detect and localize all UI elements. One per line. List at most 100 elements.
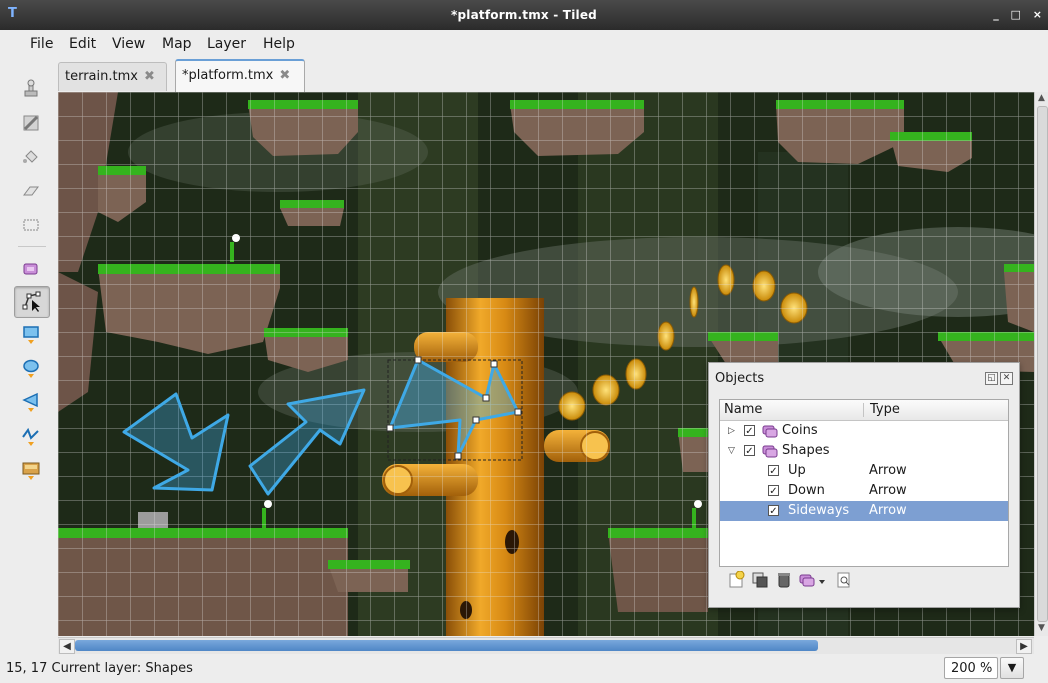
- tree-row-type: Arrow: [869, 463, 907, 478]
- status-text: 15, 17 Current layer: Shapes: [6, 661, 193, 676]
- duplicate-objects-icon[interactable]: [751, 571, 769, 589]
- objects-tree[interactable]: Name Type ▷ ✓ Coins ▽ ✓ Shapes ✓ Up Arro…: [719, 399, 1009, 567]
- menu-edit[interactable]: Edit: [69, 36, 96, 52]
- expand-arrow-icon[interactable]: ▷: [728, 421, 738, 441]
- menu-map[interactable]: Map: [162, 36, 192, 52]
- tree-row-type: Arrow: [869, 483, 907, 498]
- select-objects-icon: [23, 263, 38, 275]
- tab-terrain[interactable]: terrain.tmx ✖: [58, 62, 167, 91]
- visibility-checkbox[interactable]: ✓: [744, 445, 755, 457]
- document-tabs: terrain.tmx ✖ *platform.tmx ✖: [58, 58, 1048, 93]
- objects-panel: Objects ◱ ✕ Name Type ▷ ✓ Coins ▽ ✓ Shape…: [708, 362, 1020, 608]
- tree-row-coins[interactable]: ▷ ✓ Coins: [720, 421, 1008, 441]
- visibility-checkbox[interactable]: ✓: [768, 465, 779, 477]
- up-arrow-shape: [248, 388, 366, 496]
- bucket-fill-icon: [23, 150, 38, 163]
- float-panel-icon[interactable]: ◱: [985, 372, 998, 385]
- insert-tile-tool[interactable]: [14, 456, 48, 486]
- new-object-layer-icon[interactable]: [727, 571, 745, 589]
- tab-platform[interactable]: *platform.tmx ✖: [175, 59, 305, 93]
- down-arrow-shape: [122, 392, 230, 492]
- tree-row-down[interactable]: ✓ Down Arrow: [720, 481, 1008, 501]
- status-bar: 15, 17 Current layer: Shapes: [0, 654, 1048, 683]
- insert-polyline-tool[interactable]: [14, 422, 48, 452]
- menu-view[interactable]: View: [112, 36, 145, 52]
- tree-header: Name Type: [720, 400, 1008, 421]
- title-bar: T *platform.tmx - Tiled _ □ ×: [0, 0, 1048, 30]
- tab-label: *platform.tmx: [182, 68, 274, 83]
- object-layer-icon: [762, 445, 778, 458]
- tab-label: terrain.tmx: [65, 69, 138, 84]
- menu-layer[interactable]: Layer: [207, 36, 246, 52]
- sideways-arrow-selected: [386, 356, 523, 461]
- zoom-combobox[interactable]: 200 %: [944, 657, 998, 679]
- scroll-up-icon[interactable]: ▲: [1035, 92, 1048, 105]
- menu-file[interactable]: File: [30, 36, 53, 52]
- remove-objects-icon[interactable]: [775, 571, 793, 589]
- edit-polygons-tool[interactable]: [14, 286, 50, 318]
- close-panel-icon[interactable]: ✕: [1000, 372, 1013, 385]
- terrain-brush-icon: [23, 115, 39, 131]
- tree-row-name: Up: [788, 463, 806, 478]
- column-divider[interactable]: [863, 403, 864, 417]
- insert-polygon-tool[interactable]: [14, 388, 48, 418]
- scroll-down-icon[interactable]: ▼: [1035, 622, 1048, 635]
- zoom-dropdown-button[interactable]: ▼: [1000, 657, 1024, 679]
- edit-polygons-icon: [22, 291, 41, 312]
- stamp-brush-tool[interactable]: [14, 74, 48, 104]
- stamp-brush-icon: [24, 79, 38, 97]
- window-controls: _ □ ×: [985, 0, 1042, 30]
- insert-ellipse-tool[interactable]: [14, 354, 48, 384]
- eraser-icon: [23, 186, 39, 196]
- vertical-scroll-thumb[interactable]: [1037, 106, 1048, 622]
- close-window-button[interactable]: ×: [1033, 8, 1042, 21]
- move-to-layer-icon[interactable]: [799, 571, 829, 589]
- close-tab-icon[interactable]: ✖: [144, 69, 155, 84]
- visibility-checkbox[interactable]: ✓: [768, 505, 779, 517]
- insert-ellipse-icon: [23, 359, 39, 378]
- tree-row-name: Coins: [782, 423, 818, 438]
- insert-polyline-icon: [22, 427, 39, 446]
- horizontal-scrollbar[interactable]: ◀ ▶: [58, 637, 1034, 654]
- tree-row-type: Arrow: [869, 503, 907, 518]
- rectangular-select-tool[interactable]: [14, 210, 48, 240]
- bucket-fill-tool[interactable]: [14, 142, 48, 172]
- panel-title: Objects: [715, 371, 765, 386]
- tree-row-name: Sideways: [788, 503, 850, 518]
- toolbar-separator: [18, 246, 46, 247]
- cursor-coordinates: 15, 17: [6, 661, 48, 676]
- current-layer-label: Current layer: Shapes: [51, 661, 193, 676]
- visibility-checkbox[interactable]: ✓: [744, 425, 755, 437]
- chevron-down-icon: ▼: [1007, 661, 1017, 674]
- eraser-tool[interactable]: [14, 176, 48, 206]
- menu-bar: File Edit View Map Layer Help: [0, 32, 1048, 56]
- collapse-arrow-icon[interactable]: ▽: [728, 441, 738, 461]
- close-tab-icon[interactable]: ✖: [279, 68, 290, 83]
- column-type-header[interactable]: Type: [870, 402, 900, 417]
- insert-rectangle-icon: [23, 326, 39, 344]
- window-title: *platform.tmx - Tiled: [451, 8, 597, 22]
- rectangular-select-icon: [23, 219, 39, 231]
- scroll-left-icon[interactable]: ◀: [59, 639, 75, 654]
- tools-toolbar: [14, 66, 52, 516]
- tree-row-sideways[interactable]: ✓ Sideways Arrow: [720, 501, 1008, 521]
- minimize-button[interactable]: _: [993, 8, 999, 21]
- maximize-button[interactable]: □: [1011, 8, 1021, 21]
- horizontal-scroll-thumb[interactable]: [75, 640, 818, 651]
- tree-row-up[interactable]: ✓ Up Arrow: [720, 461, 1008, 481]
- tree-row-shapes[interactable]: ▽ ✓ Shapes: [720, 441, 1008, 461]
- insert-rectangle-tool[interactable]: [14, 320, 48, 350]
- object-layer-icon: [762, 425, 778, 438]
- tree-row-name: Shapes: [782, 443, 830, 458]
- panel-buttons: ◱ ✕: [983, 372, 1013, 385]
- scroll-right-icon[interactable]: ▶: [1016, 639, 1032, 654]
- terrain-brush-tool[interactable]: [14, 108, 48, 138]
- column-name-header[interactable]: Name: [724, 402, 762, 417]
- menu-help[interactable]: Help: [263, 36, 295, 52]
- tree-row-name: Down: [788, 483, 825, 498]
- vertical-scrollbar[interactable]: ▲ ▼: [1034, 92, 1048, 636]
- visibility-checkbox[interactable]: ✓: [768, 485, 779, 497]
- select-objects-tool[interactable]: [14, 254, 48, 284]
- insert-tile-icon: [22, 462, 40, 480]
- object-properties-icon[interactable]: [835, 571, 853, 589]
